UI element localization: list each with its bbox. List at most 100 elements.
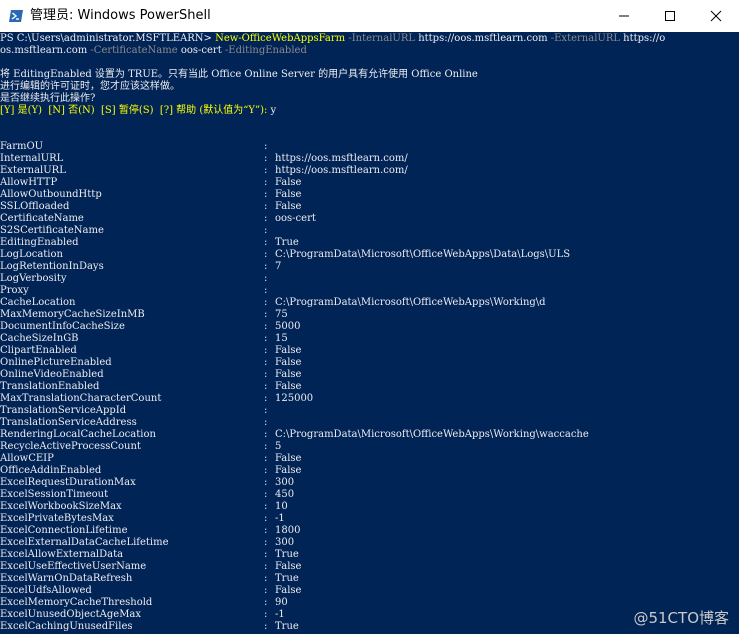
- property-name: CacheLocation: [0, 297, 76, 308]
- property-row: InternalURL: https://oos.msftlearn.com/: [0, 153, 739, 165]
- console-output[interactable]: PS C:\Users\administrator.MSFTLEARN> New…: [0, 32, 739, 634]
- property-row: RecycleActiveProcessCount:5: [0, 441, 739, 453]
- property-name: ClipartEnabled: [0, 345, 77, 356]
- property-separator: :: [264, 609, 268, 620]
- property-value: False: [275, 561, 302, 572]
- property-row: ExcelMemoryCacheThreshold:90: [0, 597, 739, 609]
- property-value: False: [275, 345, 302, 356]
- property-separator: :: [264, 225, 268, 236]
- property-separator: :: [264, 345, 268, 356]
- value-internal-url: https://oos.msftlearn.com: [418, 33, 548, 44]
- title-bar[interactable]: 管理员: Windows PowerShell: [0, 0, 739, 32]
- property-value: False: [275, 201, 302, 212]
- property-value: False: [275, 465, 302, 476]
- command-line-continued: os.msftlearn.com -CertificateName oos-ce…: [0, 45, 307, 57]
- property-separator: :: [264, 237, 268, 248]
- property-row: ExcelConnectionLifetime:1800: [0, 525, 739, 537]
- property-row: LogVerbosity:: [0, 273, 739, 285]
- value-certificate-name: oos-cert: [180, 45, 222, 56]
- property-row: ExcelExternalDataCacheLifetime:300: [0, 537, 739, 549]
- value-external-url-cont: os.msftlearn.com: [0, 45, 88, 56]
- property-name: EditingEnabled: [0, 237, 79, 248]
- command-line: PS C:\Users\administrator.MSFTLEARN> New…: [0, 33, 665, 45]
- property-row: LogLocation: C:\ProgramData\Microsoft\Off…: [0, 249, 739, 261]
- value-external-url: https://o: [623, 33, 666, 44]
- property-separator: :: [264, 177, 268, 188]
- property-name: ExternalURL: [0, 165, 66, 176]
- property-value: 300: [275, 477, 295, 488]
- property-row: Proxy:: [0, 285, 739, 297]
- property-value: False: [275, 381, 302, 392]
- param-external-url: -ExternalURL: [547, 33, 624, 44]
- property-separator: :: [264, 273, 268, 284]
- property-name: MaxTranslationCharacterCount: [0, 393, 162, 404]
- minimize-button[interactable]: [601, 0, 647, 32]
- property-value: https://oos.msftlearn.com/: [275, 153, 408, 164]
- property-value: True: [275, 549, 299, 560]
- property-name: AllowOutboundHttp: [0, 189, 102, 200]
- property-name: ExcelUseEffectiveUserName: [0, 561, 147, 572]
- property-name: AllowHTTP: [0, 177, 58, 188]
- minimize-icon: [619, 15, 629, 17]
- property-name: OnlinePictureEnabled: [0, 357, 112, 368]
- property-row: AllowHTTP: False: [0, 177, 739, 189]
- property-name: DocumentInfoCacheSize: [0, 321, 125, 332]
- property-name: RecycleActiveProcessCount: [0, 441, 141, 452]
- param-internal-url: -InternalURL: [345, 33, 419, 44]
- property-separator: :: [264, 561, 268, 572]
- property-row: TranslationEnabled: False: [0, 381, 739, 393]
- powershell-icon: [8, 8, 24, 24]
- param-certificate-name: -CertificateName: [87, 45, 181, 56]
- property-separator: :: [264, 333, 268, 344]
- property-name: FarmOU: [0, 141, 44, 152]
- property-value: https://oos.msftlearn.com/: [275, 165, 408, 176]
- property-name: AllowCEIP: [0, 453, 54, 464]
- confirm-choices: [Y] 是(Y) [N] 否(N) [S] 暂停(S) [?] 帮助 (默认值为…: [0, 105, 271, 116]
- property-name: ExcelRequestDurationMax: [0, 477, 136, 488]
- property-name: LogVerbosity: [0, 273, 67, 284]
- property-row: ExcelAllowExternalData: True: [0, 549, 739, 561]
- property-row: ExcelCachingUnusedFiles: True: [0, 621, 739, 633]
- property-row: TranslationServiceAppId:: [0, 405, 739, 417]
- close-icon: [710, 10, 722, 22]
- property-name: ExcelAllowExternalData: [0, 549, 124, 560]
- property-row: OfficeAddinEnabled: False: [0, 465, 739, 477]
- property-separator: :: [264, 357, 268, 368]
- property-row: MaxMemoryCacheSizeInMB:75: [0, 309, 739, 321]
- property-name: ExcelUnusedObjectAgeMax: [0, 609, 142, 620]
- property-row: OnlinePictureEnabled: False: [0, 357, 739, 369]
- confirm-message-line1: 将 EditingEnabled 设置为 TRUE。只有当此 Office On…: [0, 69, 478, 80]
- property-value: 125000: [275, 393, 314, 404]
- property-name: OnlineVideoEnabled: [0, 369, 104, 380]
- property-value: 10: [275, 501, 288, 512]
- property-row: ExcelWarnOnDataRefresh: True: [0, 573, 739, 585]
- property-name: ExcelWorkbookSizeMax: [0, 501, 122, 512]
- property-separator: :: [264, 261, 268, 272]
- property-value: False: [275, 177, 302, 188]
- property-row: ExcelUseEffectiveUserName: False: [0, 561, 739, 573]
- property-value: C:\ProgramData\Microsoft\OfficeWebApps\W…: [275, 429, 589, 440]
- property-value: False: [275, 585, 302, 596]
- property-value: False: [275, 189, 302, 200]
- property-row: MaxTranslationCharacterCount:125000: [0, 393, 739, 405]
- property-value: True: [275, 573, 299, 584]
- property-value: False: [275, 369, 302, 380]
- confirm-answer: y: [270, 105, 277, 116]
- property-value: 5: [275, 441, 282, 452]
- property-row: TranslationServiceAddress:: [0, 417, 739, 429]
- close-button[interactable]: [693, 0, 739, 32]
- property-name: ExcelMemoryCacheThreshold: [0, 597, 153, 608]
- maximize-button[interactable]: [647, 0, 693, 32]
- property-separator: :: [264, 417, 268, 428]
- property-name: MaxMemoryCacheSizeInMB: [0, 309, 145, 320]
- property-value: -1: [275, 513, 285, 524]
- property-separator: :: [264, 297, 268, 308]
- property-row: S2SCertificateName:: [0, 225, 739, 237]
- property-separator: :: [264, 141, 268, 152]
- property-name: ExcelWarnOnDataRefresh: [0, 573, 133, 584]
- property-name: ExcelSessionTimeout: [0, 489, 109, 500]
- property-separator: :: [264, 477, 268, 488]
- property-name: CacheSizeInGB: [0, 333, 79, 344]
- property-separator: :: [264, 525, 268, 536]
- powershell-window: 管理员: Windows PowerShell PS C:\Users\admi…: [0, 0, 739, 634]
